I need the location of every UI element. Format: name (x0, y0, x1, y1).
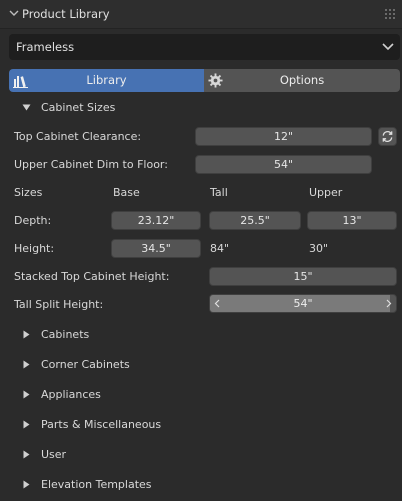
tab-bar: Library Options (9, 69, 400, 92)
height-base-field[interactable]: 34.5" (111, 239, 201, 258)
section-label: Corner Cabinets (41, 358, 130, 371)
tab-options[interactable]: Options (204, 69, 400, 92)
upper-dim-floor-field[interactable]: 54" (195, 155, 372, 174)
stacked-top-label: Stacked Top Cabinet Height: (14, 270, 170, 283)
section-corner-cabinets[interactable]: Corner Cabinets (22, 355, 392, 375)
height-upper-value: 30" (309, 242, 329, 255)
refresh-icon (382, 131, 393, 142)
col-upper-label: Upper (309, 186, 343, 199)
library-dropdown[interactable]: Frameless (9, 34, 400, 60)
tab-library[interactable]: Library (9, 69, 204, 92)
refresh-button[interactable] (378, 127, 397, 146)
triangle-right-icon (23, 360, 30, 369)
drag-grip-icon[interactable] (384, 8, 396, 20)
section-label: Cabinets (41, 328, 90, 341)
triangle-right-icon (23, 480, 30, 489)
section-label: User (41, 448, 67, 461)
tab-library-label: Library (86, 73, 127, 87)
depth-tall-field[interactable]: 25.5" (209, 211, 301, 230)
triangle-right-icon (23, 390, 30, 399)
stacked-top-field[interactable]: 15" (209, 267, 397, 286)
top-clearance-field[interactable]: 12" (195, 127, 372, 146)
library-dropdown-value: Frameless (16, 40, 75, 54)
section-label: Cabinet Sizes (41, 101, 116, 114)
triangle-right-icon (23, 420, 30, 429)
depth-upper-field[interactable]: 13" (307, 211, 397, 230)
tab-options-label: Options (279, 73, 325, 87)
tall-split-label: Tall Split Height: (14, 298, 104, 311)
section-cabinet-sizes[interactable]: Cabinet Sizes (22, 98, 392, 118)
section-cabinets[interactable]: Cabinets (22, 325, 392, 345)
height-tall-value: 84" (210, 242, 230, 255)
triangle-right-icon (23, 330, 30, 339)
gear-icon (208, 73, 223, 88)
chevron-down-icon (382, 43, 394, 51)
tall-split-slider[interactable]: 54" (209, 294, 397, 313)
chevron-right-icon[interactable] (386, 299, 392, 308)
depth-base-field[interactable]: 23.12" (111, 211, 201, 230)
tall-split-value: 54" (293, 297, 313, 310)
col-base-label: Base (113, 186, 140, 199)
triangle-down-icon (22, 104, 31, 111)
col-sizes-label: Sizes (14, 186, 43, 199)
section-label: Parts & Miscellaneous (41, 418, 162, 431)
depth-label: Depth: (14, 214, 52, 227)
section-label: Appliances (41, 388, 101, 401)
panel-header[interactable]: Product Library (0, 0, 402, 29)
section-label: Elevation Templates (41, 478, 152, 491)
panel-title: Product Library (22, 7, 110, 21)
chevron-down-icon[interactable] (8, 7, 20, 19)
triangle-right-icon (23, 450, 30, 459)
chevron-left-icon[interactable] (214, 299, 220, 308)
library-icon (13, 76, 28, 88)
section-parts-misc[interactable]: Parts & Miscellaneous (22, 415, 392, 435)
upper-dim-floor-label: Upper Cabinet Dim to Floor: (14, 158, 168, 171)
section-elevation-templates[interactable]: Elevation Templates (22, 475, 392, 495)
col-tall-label: Tall (210, 186, 228, 199)
section-appliances[interactable]: Appliances (22, 385, 392, 405)
top-clearance-label: Top Cabinet Clearance: (14, 130, 142, 143)
section-user[interactable]: User (22, 445, 392, 465)
height-label: Height: (14, 242, 55, 255)
